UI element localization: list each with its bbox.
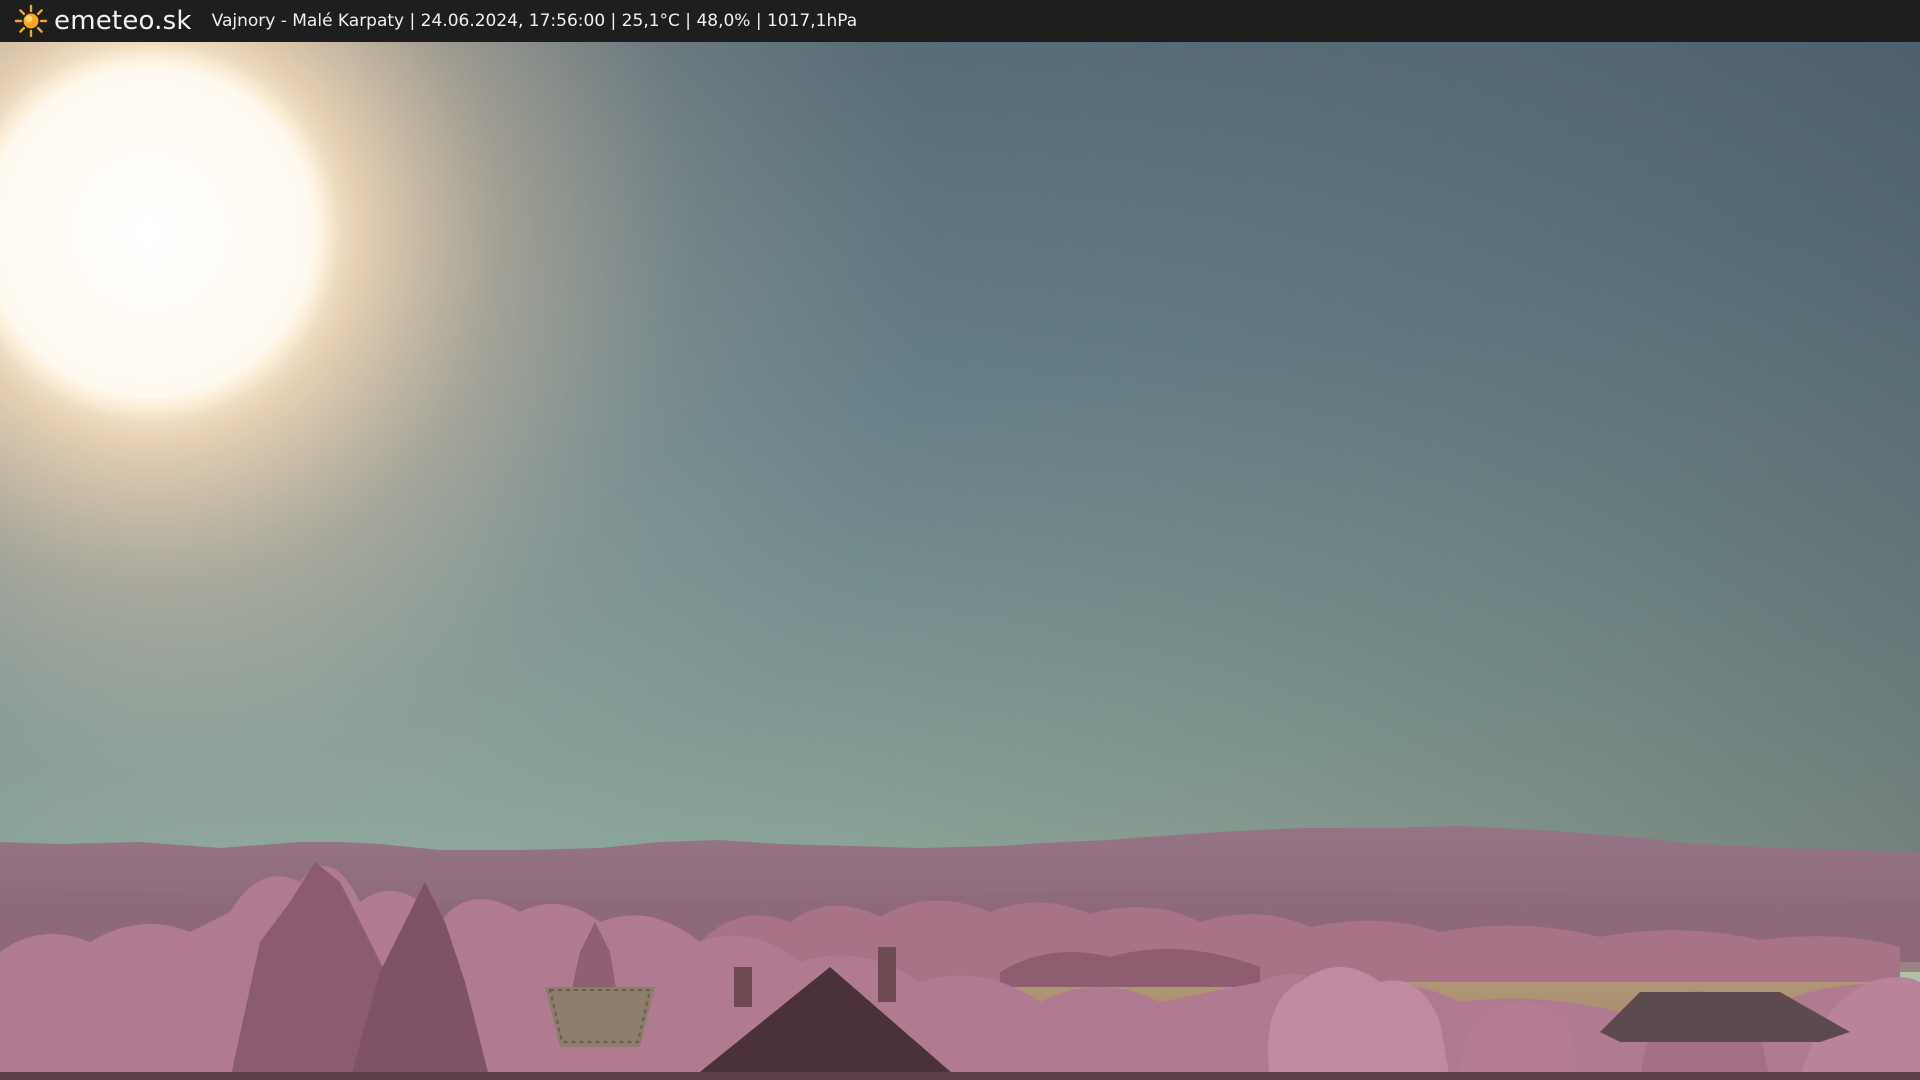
webcam-viewer: emeteo.sk Vajnory - Malé Karpaty | 24.06… bbox=[0, 0, 1920, 1080]
webcam-image bbox=[0, 42, 1920, 1080]
brand-name[interactable]: emeteo.sk bbox=[54, 6, 192, 36]
weather-status-line: Vajnory - Malé Karpaty | 24.06.2024, 17:… bbox=[211, 11, 858, 31]
header-bar: emeteo.sk Vajnory - Malé Karpaty | 24.06… bbox=[0, 0, 1920, 42]
sun-icon bbox=[14, 4, 48, 38]
